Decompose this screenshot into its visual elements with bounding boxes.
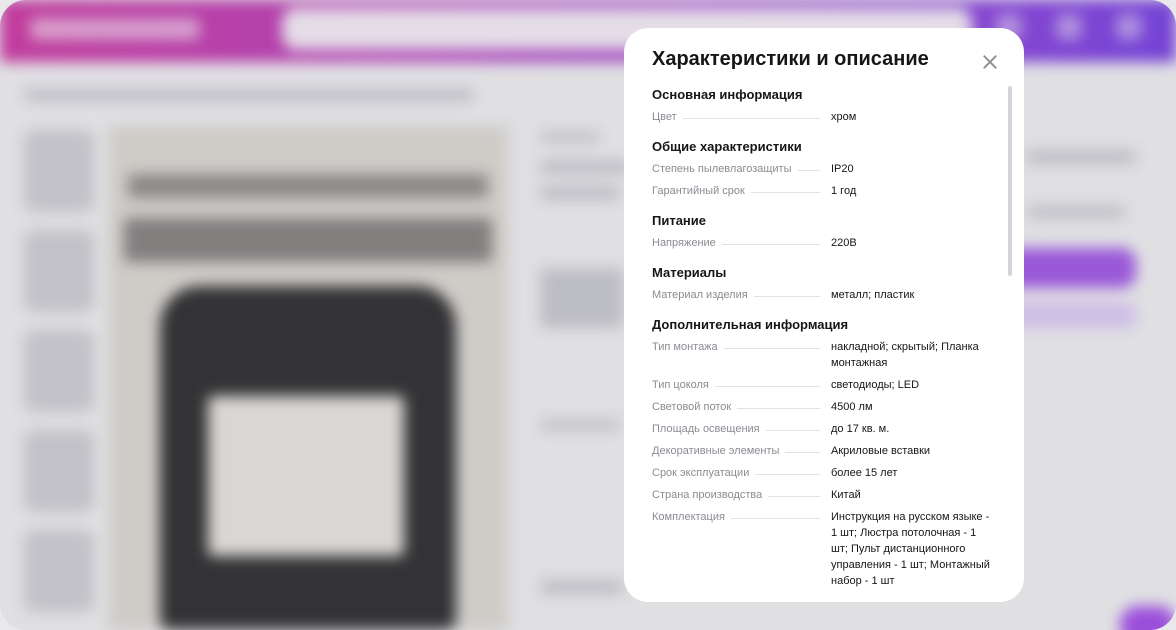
spec-row: Площадь освещения до 17 кв. м. — [652, 421, 994, 437]
section-main-info: Основная информация Цвет хром — [652, 87, 994, 125]
section-title: Общие характеристики — [652, 139, 802, 154]
spec-key: Тип монтажа — [652, 341, 718, 353]
app-frame: Характеристики и описание Основная инфор… — [0, 0, 1176, 630]
section-title: Основная информация — [652, 87, 803, 102]
section-general: Общие характеристики Степень пылевлагоза… — [652, 139, 994, 199]
spec-row: Цвет хром — [652, 109, 994, 125]
spec-key: Напряжение — [652, 237, 716, 249]
spec-value: 1 год — [831, 185, 857, 197]
spec-row: Тип монтажа накладной; скрытый; Планка мо… — [652, 339, 994, 371]
spec-key: Комплектация — [652, 511, 725, 523]
spec-value: хром — [831, 111, 857, 123]
spec-key: Световой поток — [652, 401, 732, 413]
spec-row: Страна производства Китай — [652, 487, 994, 503]
spec-key: Декоративные элементы — [652, 445, 780, 457]
spec-value: Акриловые вставки — [831, 445, 931, 457]
scrollbar[interactable] — [1008, 86, 1012, 276]
section-additional: Дополнительная информация Тип монтажа нак… — [652, 317, 994, 589]
spec-value: до 17 кв. м. — [831, 423, 890, 435]
section-title: Материалы — [652, 265, 727, 280]
section-title: Дополнительная информация — [652, 317, 849, 332]
spec-key: Материал изделия — [652, 289, 748, 301]
spec-row: Напряжение 220В — [652, 235, 994, 251]
spec-value: Инструкция на русском языке - 1 шт; Люст… — [831, 511, 990, 587]
section-materials: Материалы Материал изделия металл; пласти… — [652, 265, 994, 303]
characteristics-list: Основная информация Цвет хром Общие харак… — [652, 87, 994, 602]
close-icon[interactable] — [976, 48, 1004, 76]
spec-key: Цвет — [652, 111, 677, 123]
spec-key: Площадь освещения — [652, 423, 760, 435]
spec-value: 220В — [831, 237, 857, 249]
spec-row: Декоративные элементы Акриловые вставки — [652, 443, 994, 459]
spec-key: Степень пылевлагозащиты — [652, 163, 792, 175]
spec-value: более 15 лет — [831, 467, 898, 479]
spec-value: металл; пластик — [831, 289, 915, 301]
spec-row: Световой поток 4500 лм — [652, 399, 994, 415]
spec-key: Срок эксплуатации — [652, 467, 750, 479]
spec-value: светодиоды; LED — [831, 379, 920, 391]
spec-row: Срок эксплуатации более 15 лет — [652, 465, 994, 481]
spec-row: Комплектация Инструкция на русском языке … — [652, 509, 994, 589]
spec-value: 4500 лм — [831, 401, 873, 413]
section-title: Питание — [652, 213, 707, 228]
spec-value: Китай — [831, 489, 861, 501]
section-power: Питание Напряжение 220В — [652, 213, 994, 251]
spec-row: Степень пылевлагозащиты IP20 — [652, 161, 994, 177]
spec-key: Тип цоколя — [652, 379, 709, 391]
spec-row: Тип цоколя светодиоды; LED — [652, 377, 994, 393]
spec-value: накладной; скрытый; Планка монтажная — [831, 341, 979, 369]
spec-row: Материал изделия металл; пластик — [652, 287, 994, 303]
spec-key: Страна производства — [652, 489, 763, 501]
modal-title: Характеристики и описание — [652, 48, 929, 70]
characteristics-modal: Характеристики и описание Основная инфор… — [624, 28, 1024, 602]
spec-value: IP20 — [831, 163, 854, 175]
spec-key: Гарантийный срок — [652, 185, 745, 197]
spec-row: Гарантийный срок 1 год — [652, 183, 994, 199]
